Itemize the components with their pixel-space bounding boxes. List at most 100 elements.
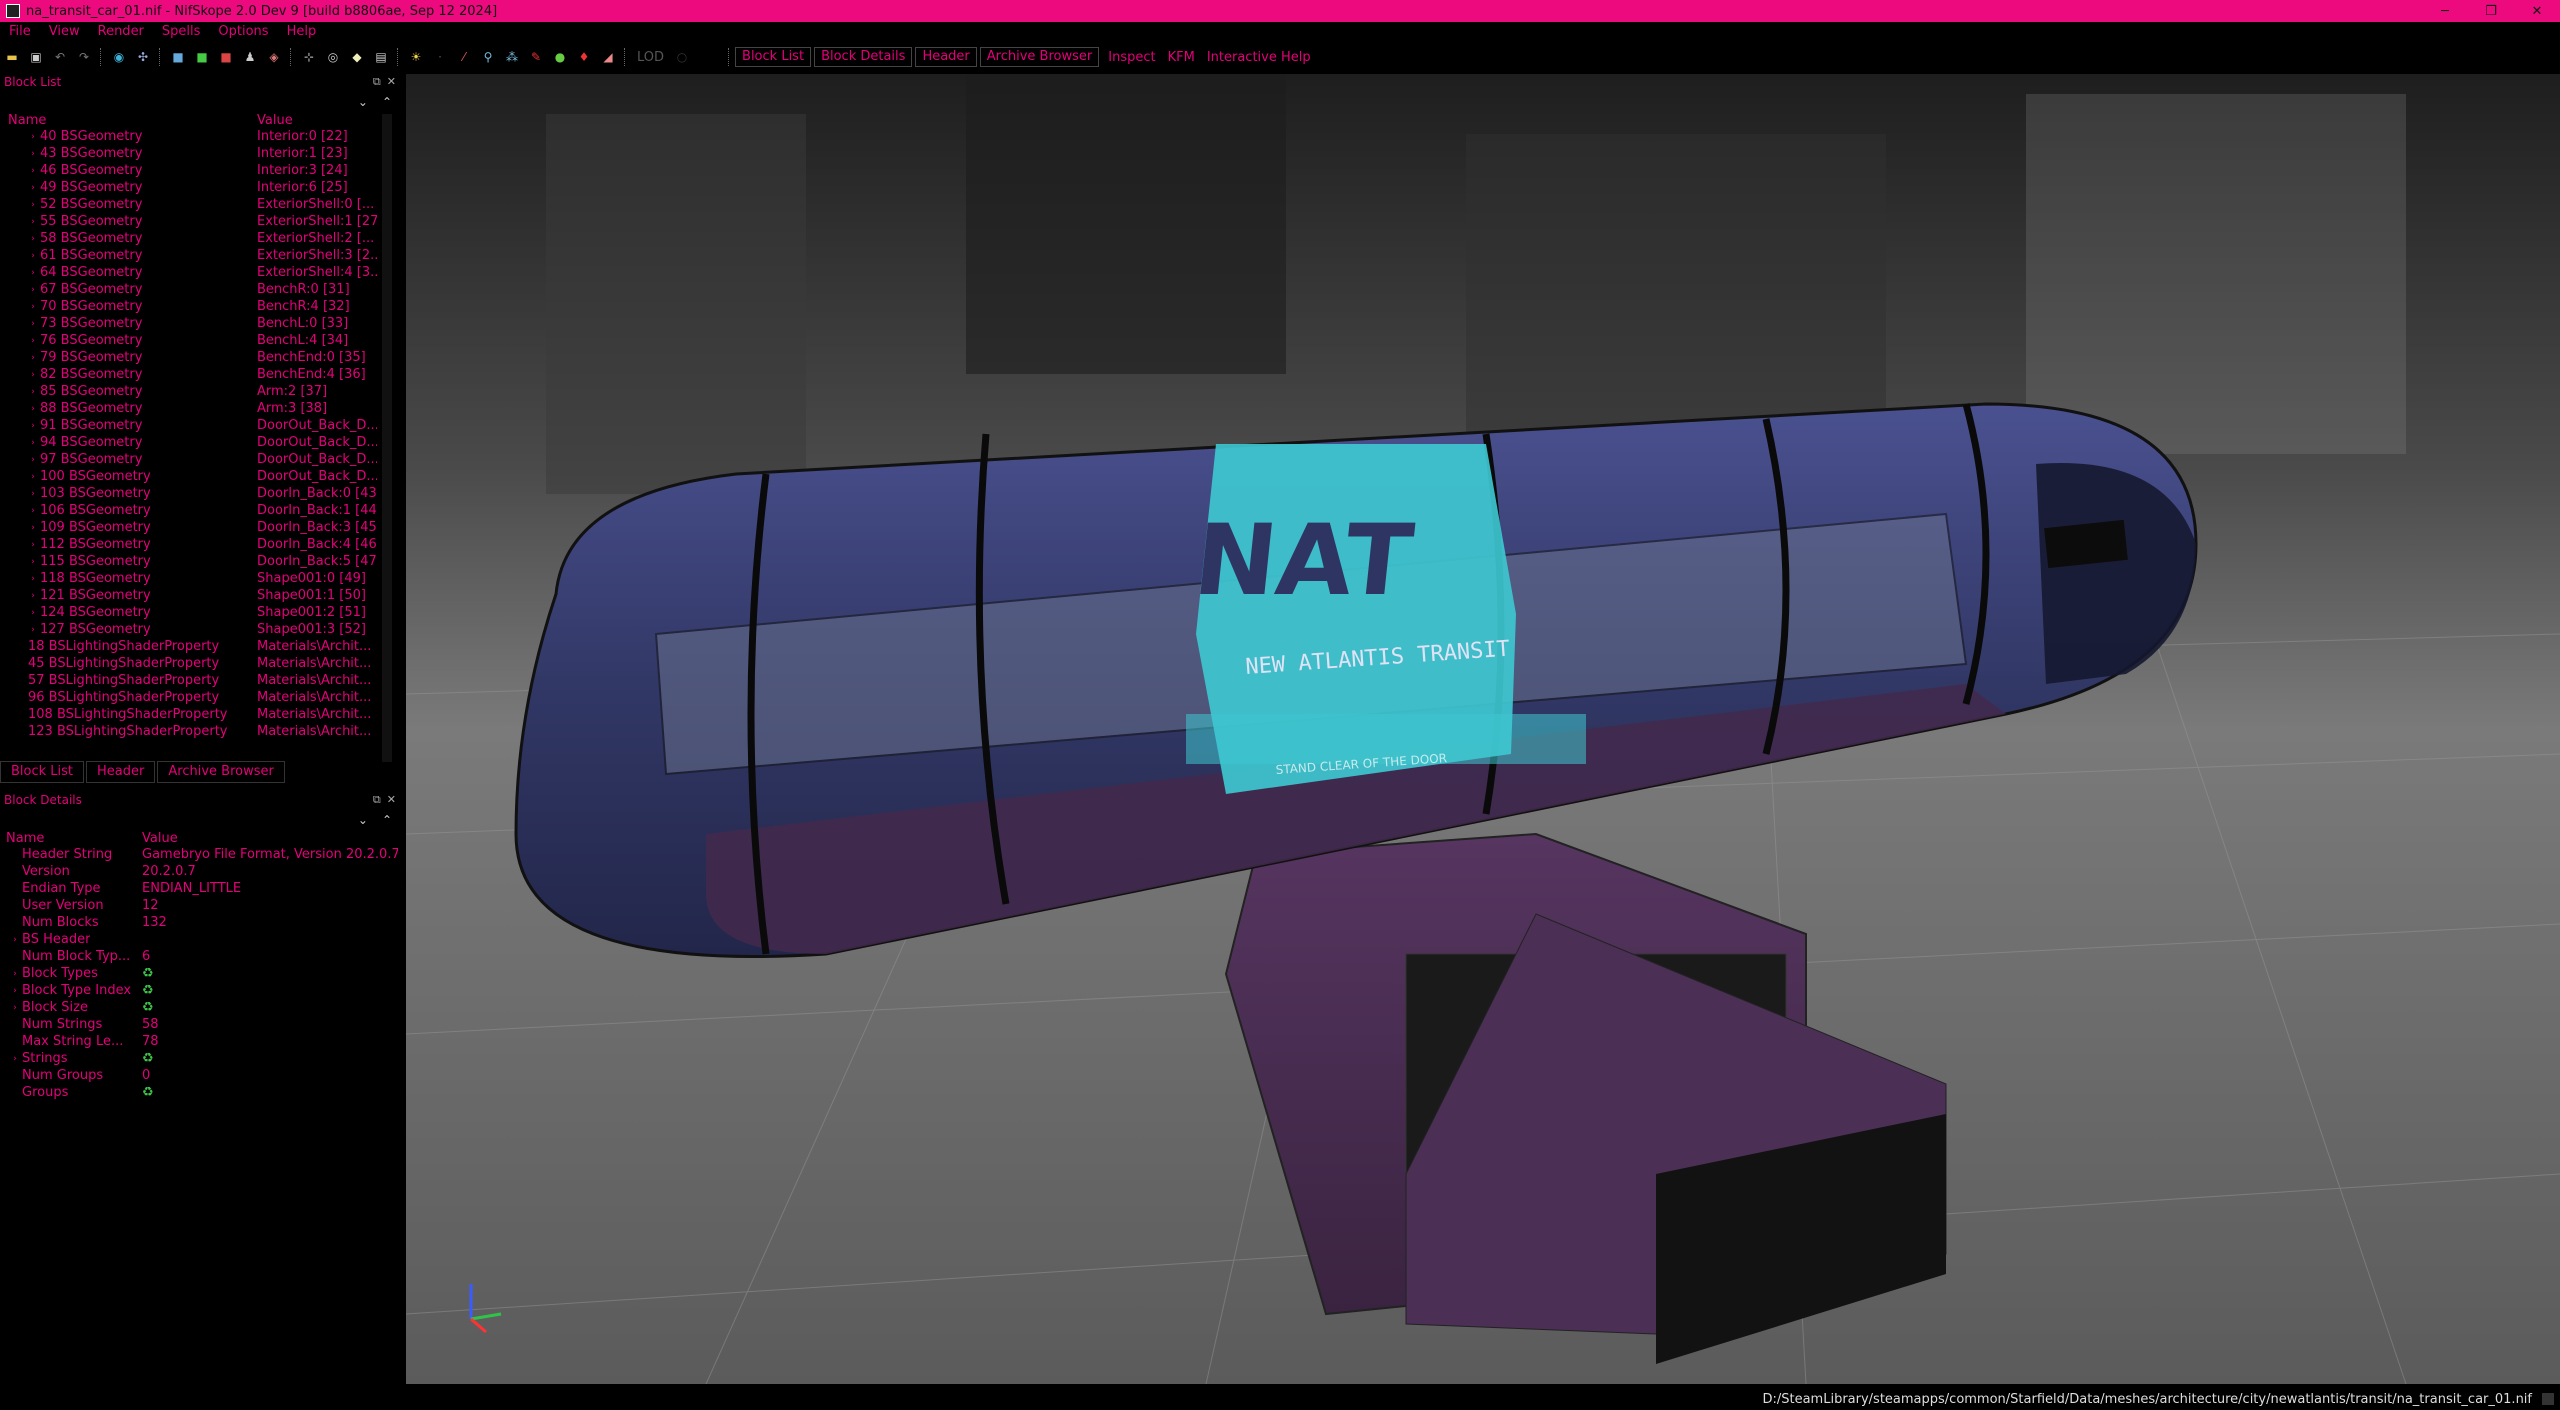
toolbar-tab-block-details[interactable]: Block Details: [814, 47, 913, 67]
menu-view[interactable]: View: [40, 24, 89, 39]
toolbar-tab-archive-browser[interactable]: Archive Browser: [979, 47, 1100, 67]
resize-grip-icon[interactable]: [2542, 1393, 2554, 1405]
block-list-row[interactable]: › 91 BSGeometry DoorOut_Back_D...: [0, 417, 402, 434]
collapse-all-icon[interactable]: ⌄: [358, 813, 368, 827]
block-list-row[interactable]: › 127 BSGeometry Shape001:3 [52]: [0, 621, 402, 638]
close-button[interactable]: ✕: [2514, 0, 2560, 22]
expand-arrow-icon[interactable]: ›: [26, 404, 40, 414]
select-icon[interactable]: ◉: [110, 48, 128, 66]
block-details-row[interactable]: Num Groups 0: [0, 1067, 402, 1084]
expand-arrow-icon[interactable]: ›: [26, 353, 40, 363]
block-list-row[interactable]: 123 BSLightingShaderProperty Materials\Ar…: [0, 723, 402, 740]
block-list-row[interactable]: › 52 BSGeometry ExteriorShell:0 [...: [0, 196, 402, 213]
menu-options[interactable]: Options: [209, 24, 277, 39]
expand-arrow-icon[interactable]: ›: [26, 387, 40, 397]
block-details-row[interactable]: Num Strings 58: [0, 1016, 402, 1033]
refresh-icon[interactable]: ♻: [142, 1085, 398, 1100]
float-dock-icon[interactable]: ⧉: [373, 793, 381, 807]
nodes-icon[interactable]: ⁂: [503, 48, 521, 66]
block-list-row[interactable]: 57 BSLightingShaderProperty Materials\Arc…: [0, 672, 402, 689]
expand-arrow-icon[interactable]: ›: [8, 1003, 22, 1013]
view-front-icon[interactable]: ■: [169, 48, 187, 66]
block-list-row[interactable]: › 97 BSGeometry DoorOut_Back_D...: [0, 451, 402, 468]
block-list-row[interactable]: › 79 BSGeometry BenchEnd:0 [35]: [0, 349, 402, 366]
block-list-row[interactable]: › 103 BSGeometry DoorIn_Back:0 [43]: [0, 485, 402, 502]
expand-arrow-icon[interactable]: ›: [26, 421, 40, 431]
expand-arrow-icon[interactable]: ›: [26, 183, 40, 193]
block-list-row[interactable]: › 58 BSGeometry ExteriorShell:2 [...: [0, 230, 402, 247]
expand-arrow-icon[interactable]: ›: [26, 336, 40, 346]
bottom-tab-block-list[interactable]: Block List: [0, 761, 85, 783]
redo-icon[interactable]: ↷: [75, 48, 93, 66]
block-list-row[interactable]: › 100 BSGeometry DoorOut_Back_D...: [0, 468, 402, 485]
refresh-icon[interactable]: ♻: [142, 983, 398, 998]
expand-all-icon[interactable]: ⌃: [382, 95, 392, 109]
cube-icon[interactable]: ◈: [265, 48, 283, 66]
block-list-row[interactable]: › 85 BSGeometry Arm:2 [37]: [0, 383, 402, 400]
expand-arrow-icon[interactable]: ›: [8, 986, 22, 996]
block-list-row[interactable]: › 64 BSGeometry ExteriorShell:4 [3...: [0, 264, 402, 281]
menu-spells[interactable]: Spells: [153, 24, 210, 39]
wand-icon[interactable]: ⁄: [455, 48, 473, 66]
expand-arrow-icon[interactable]: ›: [26, 540, 40, 550]
expand-arrow-icon[interactable]: ›: [26, 319, 40, 329]
block-list-row[interactable]: › 109 BSGeometry DoorIn_Back:3 [45]: [0, 519, 402, 536]
block-list-row[interactable]: › 115 BSGeometry DoorIn_Back:5 [47]: [0, 553, 402, 570]
name-column-header[interactable]: Name: [0, 113, 46, 128]
expand-arrow-icon[interactable]: ›: [26, 285, 40, 295]
block-list-row[interactable]: › 112 BSGeometry DoorIn_Back:4 [46]: [0, 536, 402, 553]
lightbulb-icon[interactable]: ☀: [407, 48, 425, 66]
menu-help[interactable]: Help: [278, 24, 326, 39]
toolbar-tab-block-list[interactable]: Block List: [735, 47, 812, 67]
collapse-all-icon[interactable]: ⌄: [358, 95, 368, 109]
interactive-help-button[interactable]: Interactive Help: [1201, 50, 1317, 65]
close-dock-icon[interactable]: ✕: [387, 75, 396, 89]
expand-arrow-icon[interactable]: ›: [26, 268, 40, 278]
value-column-header[interactable]: Value: [257, 113, 293, 128]
expand-arrow-icon[interactable]: ›: [26, 472, 40, 482]
expand-arrow-icon[interactable]: ›: [26, 557, 40, 567]
kfm-button[interactable]: KFM: [1162, 50, 1201, 65]
block-list-row[interactable]: › 40 BSGeometry Interior:0 [22]: [0, 128, 402, 145]
menu-file[interactable]: File: [0, 24, 40, 39]
screenshot-icon[interactable]: ▤: [372, 48, 390, 66]
block-details-row[interactable]: › Block Size ♻: [0, 999, 402, 1016]
bottom-tab-header[interactable]: Header: [86, 761, 156, 783]
block-details-row[interactable]: › BS Header: [0, 931, 402, 948]
block-details-row[interactable]: Endian Type ENDIAN_LITTLE: [0, 880, 402, 897]
expand-arrow-icon[interactable]: ›: [26, 591, 40, 601]
expand-arrow-icon[interactable]: ›: [26, 132, 40, 142]
block-details-row[interactable]: Header String Gamebryo File Format, Versi…: [0, 846, 402, 863]
block-list-row[interactable]: › 49 BSGeometry Interior:6 [25]: [0, 179, 402, 196]
block-list-row[interactable]: › 46 BSGeometry Interior:3 [24]: [0, 162, 402, 179]
expand-all-icon[interactable]: ⌃: [382, 813, 392, 827]
marker-icon[interactable]: ✎: [527, 48, 545, 66]
minimize-button[interactable]: ─: [2422, 0, 2468, 22]
block-list-row[interactable]: › 76 BSGeometry BenchL:4 [34]: [0, 332, 402, 349]
view-top-icon[interactable]: ■: [193, 48, 211, 66]
expand-arrow-icon[interactable]: ›: [26, 438, 40, 448]
block-list-row[interactable]: › 61 BSGeometry ExteriorShell:3 [2...: [0, 247, 402, 264]
expand-arrow-icon[interactable]: ›: [8, 969, 22, 979]
expand-arrow-icon[interactable]: ›: [8, 935, 22, 945]
refresh-icon[interactable]: ♻: [142, 1000, 398, 1015]
undo-icon[interactable]: ↶: [51, 48, 69, 66]
toolbar-tab-header[interactable]: Header: [915, 47, 977, 67]
expand-arrow-icon[interactable]: ›: [26, 370, 40, 380]
expand-arrow-icon[interactable]: ›: [26, 489, 40, 499]
block-list-row[interactable]: 96 BSLightingShaderProperty Materials\Arc…: [0, 689, 402, 706]
block-list-row[interactable]: › 55 BSGeometry ExteriorShell:1 [27]: [0, 213, 402, 230]
refresh-icon[interactable]: ♻: [142, 966, 398, 981]
sphere-icon[interactable]: ●: [551, 48, 569, 66]
pin-icon[interactable]: ♦: [575, 48, 593, 66]
lod-slider-icon[interactable]: ○: [673, 48, 691, 66]
expand-arrow-icon[interactable]: ›: [26, 625, 40, 635]
block-list-row[interactable]: › 43 BSGeometry Interior:1 [23]: [0, 145, 402, 162]
block-details-row[interactable]: Num Block Typ... 6: [0, 948, 402, 965]
expand-arrow-icon[interactable]: ›: [26, 455, 40, 465]
block-list-row[interactable]: › 118 BSGeometry Shape001:0 [49]: [0, 570, 402, 587]
block-list-row[interactable]: › 94 BSGeometry DoorOut_Back_D...: [0, 434, 402, 451]
expand-arrow-icon[interactable]: ›: [26, 200, 40, 210]
float-dock-icon[interactable]: ⧉: [373, 75, 381, 89]
block-details-row[interactable]: › Strings ♻: [0, 1050, 402, 1067]
